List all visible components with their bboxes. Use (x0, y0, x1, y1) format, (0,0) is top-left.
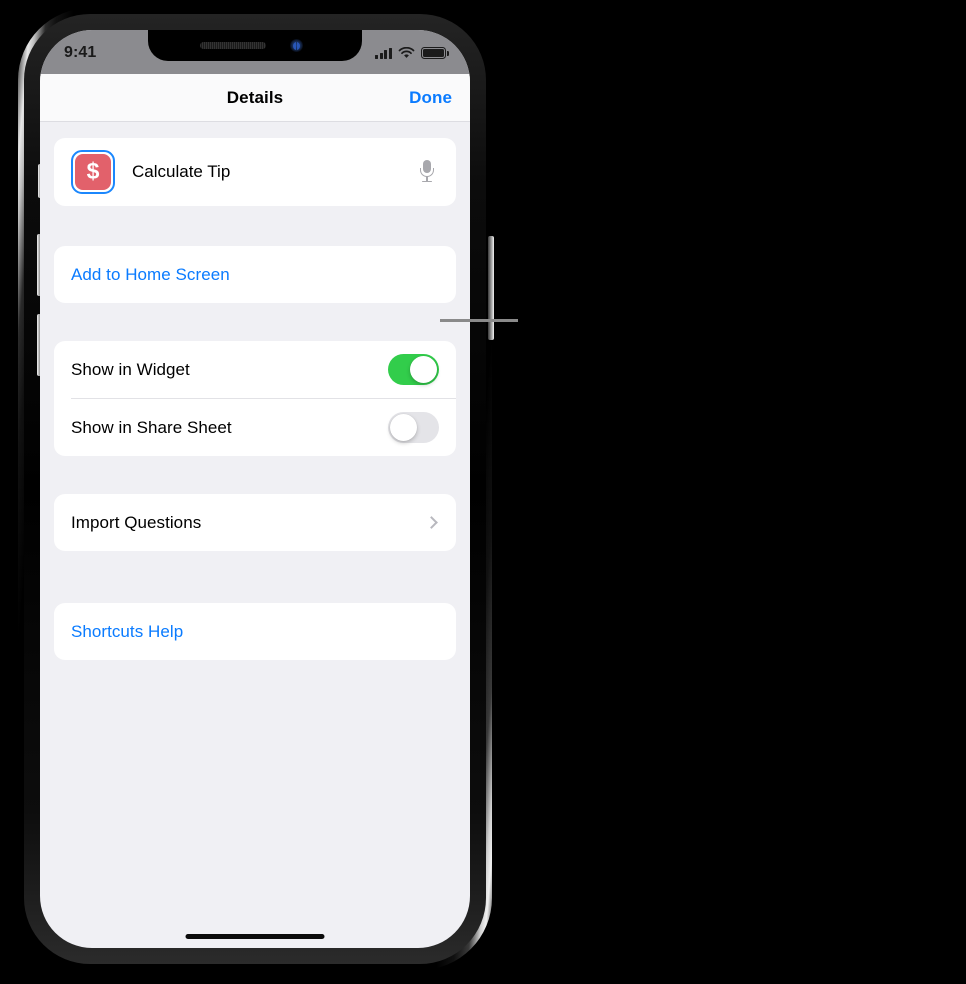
show-in-share-sheet-toggle[interactable] (388, 412, 439, 443)
power-button[interactable] (488, 236, 494, 340)
wifi-icon (398, 47, 415, 58)
visibility-card: Show in Widget Show in Share Sheet (54, 341, 456, 456)
show-in-widget-row[interactable]: Show in Widget (54, 341, 456, 398)
shortcut-icon-selection-ring[interactable]: $ (71, 150, 115, 194)
iphone-device-frame: 9:41 Details Done $ Calculate Tip Add to… (18, 8, 492, 970)
battery-full-icon (421, 47, 449, 59)
annotation-leader-line (440, 319, 518, 322)
home-screen-card: Add to Home Screen (54, 246, 456, 303)
home-indicator[interactable] (185, 934, 325, 939)
dollar-sign-icon: $ (75, 154, 111, 190)
help-card: Shortcuts Help (54, 603, 456, 660)
import-card: Import Questions (54, 494, 456, 551)
add-to-home-screen-label: Add to Home Screen (71, 264, 230, 284)
status-bar-time: 9:41 (64, 44, 97, 61)
import-questions-row[interactable]: Import Questions (54, 494, 456, 551)
show-in-share-sheet-row[interactable]: Show in Share Sheet (54, 399, 456, 456)
add-to-home-screen-row[interactable]: Add to Home Screen (54, 246, 456, 303)
front-camera-icon (290, 39, 303, 52)
import-questions-label: Import Questions (71, 512, 202, 532)
show-in-widget-toggle[interactable] (388, 354, 439, 385)
iphone-screen: 9:41 Details Done $ Calculate Tip Add to… (40, 30, 470, 948)
shortcut-card: $ Calculate Tip (54, 138, 456, 206)
chevron-right-icon (425, 516, 438, 529)
earpiece-speaker-icon (200, 42, 266, 49)
show-in-widget-label: Show in Widget (71, 359, 190, 379)
device-notch (148, 30, 362, 61)
shortcuts-help-row[interactable]: Shortcuts Help (54, 603, 456, 660)
navigation-bar: Details Done (40, 74, 470, 122)
status-bar-indicators (375, 47, 449, 59)
shortcut-name: Calculate Tip (132, 162, 231, 181)
screenshot-canvas: 9:41 Details Done $ Calculate Tip Add to… (0, 0, 966, 984)
page-title: Details (226, 87, 284, 107)
microphone-icon[interactable] (420, 160, 434, 184)
details-content: $ Calculate Tip Add to Home Screen Show … (40, 123, 470, 948)
done-button[interactable]: Done (409, 88, 452, 108)
iphone-bezel: 9:41 Details Done $ Calculate Tip Add to… (24, 14, 486, 964)
signal-bars-icon (375, 47, 392, 59)
top-spacer (54, 123, 456, 138)
shortcuts-help-label: Shortcuts Help (71, 621, 184, 641)
show-in-share-sheet-label: Show in Share Sheet (71, 417, 232, 437)
shortcut-row[interactable]: $ Calculate Tip (54, 138, 456, 206)
